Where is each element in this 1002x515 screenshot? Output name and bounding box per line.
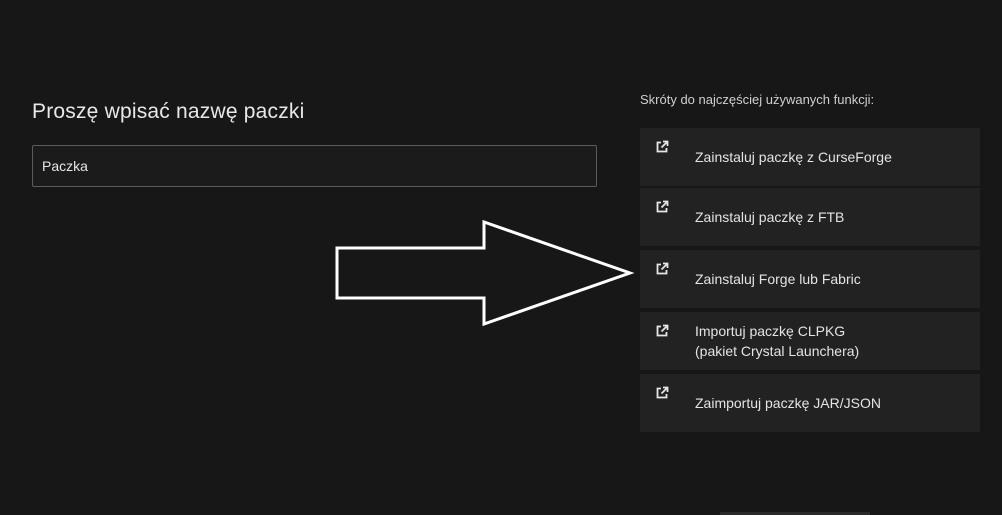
- shortcut-label: Zainstaluj paczkę z CurseForge: [695, 149, 892, 165]
- external-link-icon: [656, 200, 669, 213]
- shortcut-label: Zaimportuj paczkę JAR/JSON: [695, 395, 881, 411]
- shortcut-label: Zainstaluj Forge lub Fabric: [695, 271, 861, 287]
- shortcut-label: Zainstaluj paczkę z FTB: [695, 209, 845, 225]
- external-link-icon: [656, 324, 669, 337]
- shortcut-import-clpkg[interactable]: Importuj paczkę CLPKG (pakiet Crystal La…: [640, 312, 980, 370]
- external-link-icon: [656, 386, 669, 399]
- page-title: Proszę wpisać nazwę paczki: [32, 100, 305, 123]
- pack-name-input[interactable]: [32, 145, 597, 187]
- shortcuts-heading: Skróty do najczęściej używanych funkcji:: [640, 92, 875, 107]
- shortcut-label: Importuj paczkę CLPKG (pakiet Crystal La…: [695, 323, 860, 359]
- shortcut-import-jar-json[interactable]: Zaimportuj paczkę JAR/JSON: [640, 374, 980, 432]
- shortcut-install-ftb[interactable]: Zainstaluj paczkę z FTB: [640, 188, 980, 246]
- annotation-arrow: [335, 219, 635, 327]
- external-link-icon: [656, 140, 669, 153]
- create-pack-page: Proszę wpisać nazwę paczki Skróty do naj…: [0, 0, 1002, 515]
- shortcut-install-curseforge[interactable]: Zainstaluj paczkę z CurseForge: [640, 128, 980, 186]
- shortcut-install-forge-fabric[interactable]: Zainstaluj Forge lub Fabric: [640, 250, 980, 308]
- external-link-icon: [656, 262, 669, 275]
